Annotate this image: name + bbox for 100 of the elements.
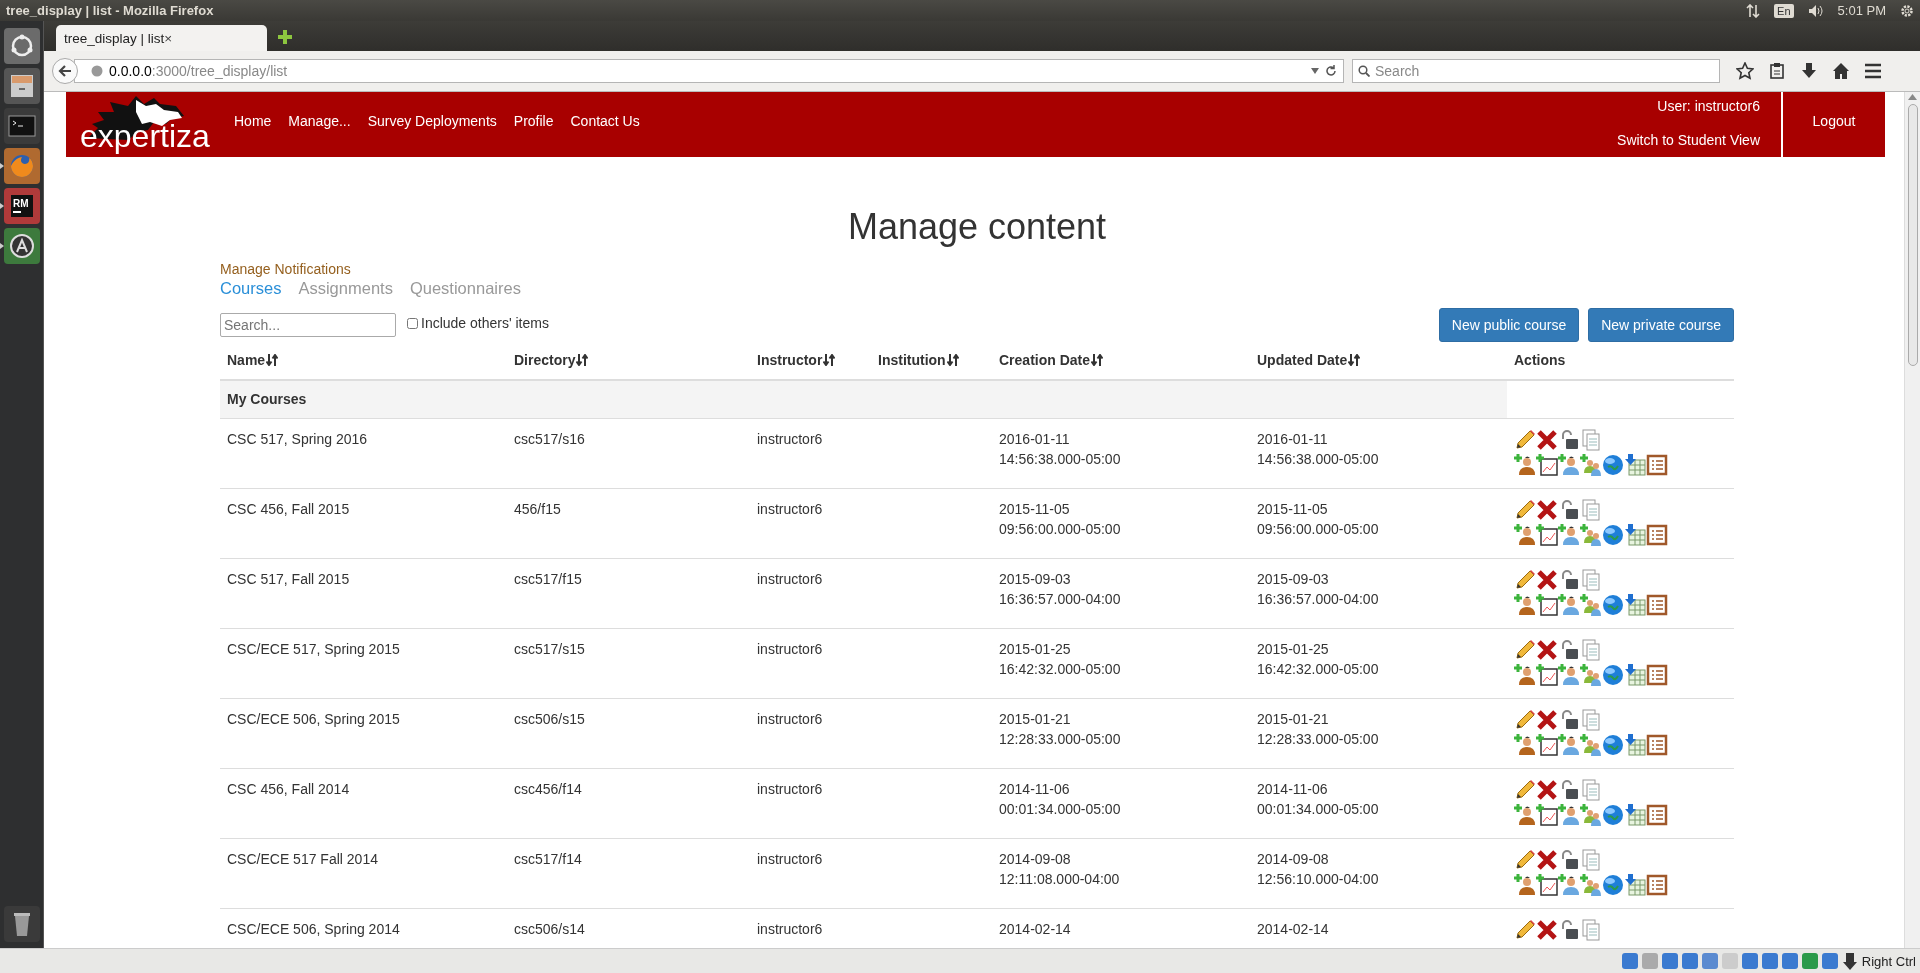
cross-icon[interactable] xyxy=(1536,639,1558,662)
checkbox-label[interactable]: Include others' items xyxy=(421,315,549,332)
add-chart-icon[interactable] xyxy=(1536,664,1558,687)
pencil-icon[interactable] xyxy=(1514,709,1536,732)
logout-link[interactable]: Logout xyxy=(1783,112,1885,137)
cross-icon[interactable] xyxy=(1536,849,1558,872)
cross-icon[interactable] xyxy=(1536,709,1558,732)
cross-icon[interactable] xyxy=(1536,919,1558,942)
table-arrow-icon[interactable] xyxy=(1624,454,1646,477)
close-tab-button[interactable]: × xyxy=(164,30,259,46)
clipboard-icon[interactable] xyxy=(1768,62,1786,80)
column-header[interactable]: Creation Date xyxy=(999,352,1104,369)
table-arrow-icon[interactable] xyxy=(1624,664,1646,687)
sort-icon[interactable] xyxy=(823,354,836,367)
pencil-icon[interactable] xyxy=(1514,499,1536,522)
list-icon[interactable] xyxy=(1646,454,1668,477)
list-icon[interactable] xyxy=(1646,804,1668,827)
nav-link[interactable]: Survey Deployments xyxy=(367,112,497,129)
search-field[interactable]: Search... xyxy=(220,312,396,337)
column-header[interactable]: Name xyxy=(227,352,279,369)
notifications-link[interactable]: Manage Notifications xyxy=(220,260,351,277)
column-header[interactable]: Instructor xyxy=(757,352,836,369)
pencil-icon[interactable] xyxy=(1514,639,1536,662)
sort-icon[interactable] xyxy=(946,354,959,367)
clock[interactable]: 5:01 PM xyxy=(1837,3,1886,18)
pencil-icon[interactable] xyxy=(1514,849,1536,872)
column-header[interactable]: Updated Date xyxy=(1257,352,1361,369)
add-chart-icon[interactable] xyxy=(1536,454,1558,477)
trash-launcher-icon[interactable] xyxy=(2,905,41,943)
add-person-icon[interactable] xyxy=(1514,524,1536,547)
speaker-icon[interactable] xyxy=(1807,3,1824,18)
new-course-button[interactable]: New public course xyxy=(1438,307,1580,342)
firefox-launcher-icon[interactable] xyxy=(2,147,41,185)
address-bar[interactable]: 0.0.0.0:3000/tree_display/list xyxy=(74,59,1344,83)
nav-link[interactable]: Manage... xyxy=(288,112,351,129)
cross-icon[interactable] xyxy=(1536,569,1558,592)
updater-launcher-icon[interactable] xyxy=(2,227,41,265)
nav-link[interactable]: Home xyxy=(234,112,272,129)
pencil-icon[interactable] xyxy=(1514,779,1536,802)
sort-icon[interactable] xyxy=(576,354,589,367)
cross-icon[interactable] xyxy=(1536,499,1558,522)
table-arrow-icon[interactable] xyxy=(1624,874,1646,897)
pencil-icon[interactable] xyxy=(1514,919,1536,942)
cross-icon[interactable] xyxy=(1536,779,1558,802)
tab[interactable]: Courses xyxy=(220,278,282,298)
network-arrows-icon[interactable] xyxy=(1746,3,1761,18)
pencil-icon[interactable] xyxy=(1514,429,1536,452)
vm-status-icons-drawing[interactable] xyxy=(1621,951,1858,971)
files-launcher-icon[interactable] xyxy=(2,67,41,105)
column-header[interactable]: Institution xyxy=(878,352,959,369)
star-icon[interactable] xyxy=(1736,62,1754,80)
add-person-icon[interactable] xyxy=(1514,454,1536,477)
reload-icon[interactable] xyxy=(1325,65,1337,77)
dropdown-caret-icon[interactable] xyxy=(1311,68,1319,74)
scroll-up-icon[interactable] xyxy=(1908,94,1917,100)
keyboard-layout-indicator[interactable]: En xyxy=(1774,3,1794,18)
menu-icon[interactable] xyxy=(1864,62,1882,80)
add-person-icon[interactable] xyxy=(1514,804,1536,827)
nav-link[interactable]: Profile xyxy=(513,112,554,129)
new-course-button[interactable]: New private course xyxy=(1588,307,1734,342)
add-chart-icon[interactable] xyxy=(1536,594,1558,617)
sort-icon[interactable] xyxy=(1348,354,1361,367)
add-person-icon[interactable] xyxy=(1514,664,1536,687)
list-icon[interactable] xyxy=(1646,664,1668,687)
search-field[interactable]: Search xyxy=(1352,59,1720,83)
switch-view-link[interactable]: Switch to Student View xyxy=(1617,131,1760,148)
home-icon[interactable] xyxy=(1832,62,1850,80)
column-header[interactable]: Directory xyxy=(514,352,589,369)
dash-launcher-icon[interactable] xyxy=(2,27,41,65)
back-arrow-icon[interactable] xyxy=(58,64,72,78)
scrollbar-thumb[interactable] xyxy=(1907,104,1918,366)
pencil-icon[interactable] xyxy=(1514,569,1536,592)
table-arrow-icon[interactable] xyxy=(1624,734,1646,757)
table-arrow-icon[interactable] xyxy=(1624,804,1646,827)
add-person-icon[interactable] xyxy=(1514,874,1536,897)
nav-link[interactable]: Contact Us xyxy=(570,112,640,129)
logo-text[interactable]: expertiza xyxy=(80,118,210,155)
list-icon[interactable] xyxy=(1646,594,1668,617)
sort-icon[interactable] xyxy=(266,354,279,367)
add-person-icon[interactable] xyxy=(1514,594,1536,617)
sort-icon[interactable] xyxy=(1091,354,1104,367)
new-tab-icon[interactable] xyxy=(277,29,293,45)
cross-icon[interactable] xyxy=(1536,429,1558,452)
table-arrow-icon[interactable] xyxy=(1624,594,1646,617)
gear-icon[interactable] xyxy=(1900,3,1914,18)
rubymine-launcher-icon[interactable]: RM xyxy=(2,187,41,225)
browser-tab[interactable]: tree_display | list× xyxy=(56,25,267,51)
back-button[interactable] xyxy=(52,58,78,84)
add-chart-icon[interactable] xyxy=(1536,804,1558,827)
terminal-launcher-icon[interactable] xyxy=(2,107,41,145)
list-icon[interactable] xyxy=(1646,524,1668,547)
checkbox[interactable] xyxy=(407,317,418,329)
list-icon[interactable] xyxy=(1646,874,1668,897)
download-icon[interactable] xyxy=(1800,62,1818,80)
add-person-icon[interactable] xyxy=(1514,734,1536,757)
add-chart-icon[interactable] xyxy=(1536,734,1558,757)
list-icon[interactable] xyxy=(1646,734,1668,757)
add-chart-icon[interactable] xyxy=(1536,874,1558,897)
table-arrow-icon[interactable] xyxy=(1624,524,1646,547)
add-chart-icon[interactable] xyxy=(1536,524,1558,547)
